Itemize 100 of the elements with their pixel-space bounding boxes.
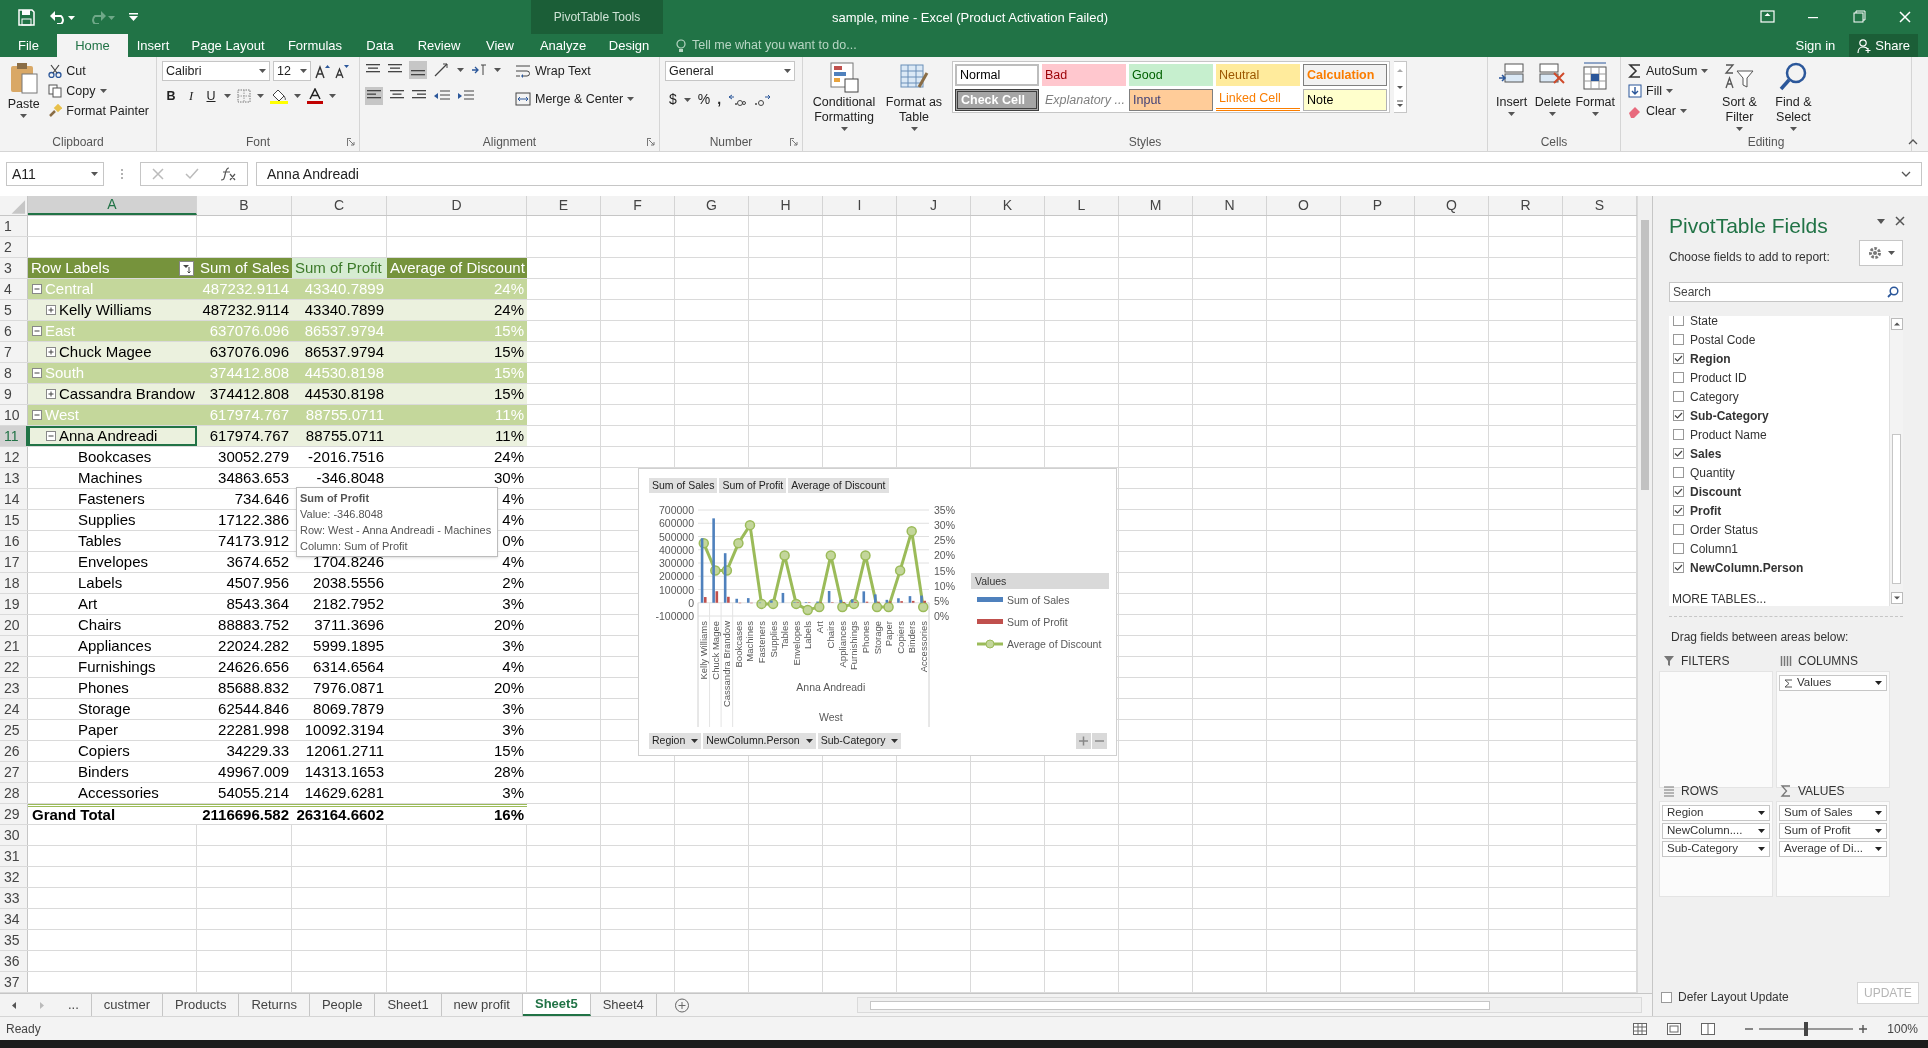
row-header[interactable]: 15 bbox=[0, 510, 28, 530]
page-layout-icon[interactable] bbox=[1667, 1022, 1682, 1035]
row-header[interactable]: 20 bbox=[0, 615, 28, 635]
number-format-field[interactable]: General bbox=[665, 61, 795, 81]
cell-style[interactable]: Input bbox=[1129, 89, 1213, 111]
field-label[interactable]: Quantity bbox=[1690, 463, 1735, 482]
field-button[interactable]: Sub-Category bbox=[817, 733, 902, 749]
row-header[interactable]: 7 bbox=[0, 342, 28, 362]
checkbox[interactable] bbox=[1661, 991, 1672, 1003]
field-label[interactable]: Region bbox=[1690, 349, 1731, 368]
row-header[interactable]: 23 bbox=[0, 678, 28, 698]
column-header[interactable]: J bbox=[897, 196, 971, 215]
column-header[interactable]: F bbox=[601, 196, 675, 215]
ribbon-tab[interactable]: Home bbox=[57, 34, 128, 57]
row-header[interactable]: 32 bbox=[0, 867, 28, 887]
row-header[interactable]: 21 bbox=[0, 636, 28, 656]
copy-button[interactable]: Copy bbox=[46, 81, 151, 101]
underline-button[interactable]: U bbox=[204, 87, 218, 106]
expand-icon[interactable] bbox=[46, 305, 56, 315]
row-header[interactable]: 16 bbox=[0, 531, 28, 551]
field-button[interactable]: Region bbox=[649, 733, 702, 749]
row-header[interactable]: 11 bbox=[0, 426, 28, 446]
cell-style[interactable]: Bad bbox=[1042, 64, 1126, 86]
checkbox[interactable] bbox=[1673, 316, 1684, 326]
checkbox[interactable] bbox=[1673, 505, 1684, 516]
page-break-icon[interactable] bbox=[1701, 1022, 1716, 1035]
pivot-header-cell[interactable]: Sum of Profit bbox=[292, 258, 387, 278]
sheet-tab[interactable]: Sheet5 bbox=[523, 994, 591, 1016]
column-header[interactable]: Q bbox=[1415, 196, 1489, 215]
column-header[interactable]: L bbox=[1045, 196, 1119, 215]
cell-style[interactable]: Good bbox=[1129, 64, 1213, 86]
row-header[interactable]: 29 bbox=[0, 804, 28, 824]
collapse-ribbon-icon[interactable] bbox=[1908, 139, 1918, 145]
dialog-launcher-icon[interactable] bbox=[347, 138, 355, 146]
clear-button[interactable]: Clear bbox=[1626, 101, 1711, 121]
conditional-formatting-button[interactable]: Conditional Formatting bbox=[808, 61, 880, 133]
cells-button[interactable]: Format bbox=[1575, 61, 1615, 133]
paste-button[interactable]: Paste bbox=[5, 61, 43, 133]
field-label[interactable]: Sales bbox=[1690, 444, 1722, 463]
row-header[interactable]: 24 bbox=[0, 699, 28, 719]
checkbox[interactable] bbox=[1673, 429, 1684, 440]
increase-decimal-icon[interactable] bbox=[728, 92, 747, 107]
checkbox[interactable] bbox=[1673, 524, 1684, 535]
row-header[interactable]: 6 bbox=[0, 321, 28, 341]
checkbox[interactable] bbox=[1673, 391, 1684, 402]
cell-style[interactable]: Note bbox=[1303, 89, 1387, 111]
column-header[interactable]: P bbox=[1341, 196, 1415, 215]
wrap-text-button[interactable]: Wrap Text bbox=[513, 61, 637, 81]
cell-style[interactable]: Explanatory ... bbox=[1042, 89, 1126, 111]
column-header[interactable]: R bbox=[1489, 196, 1563, 215]
bold-button[interactable]: B bbox=[164, 87, 178, 106]
zoom-slider[interactable] bbox=[1759, 1021, 1854, 1036]
align-bottom-button[interactable] bbox=[409, 61, 427, 79]
field-pill[interactable]: Values bbox=[1779, 675, 1887, 691]
row-header[interactable]: 14 bbox=[0, 489, 28, 509]
field-label[interactable]: Sub-Category bbox=[1690, 406, 1769, 425]
field-label[interactable]: State bbox=[1690, 316, 1719, 330]
field-label[interactable]: Postal Code bbox=[1690, 330, 1756, 349]
cell-style[interactable]: Normal bbox=[955, 64, 1039, 86]
normal-view-icon[interactable] bbox=[1633, 1022, 1648, 1035]
panel-options-icon[interactable] bbox=[1877, 219, 1885, 224]
ribbon-tab[interactable]: Formulas bbox=[278, 34, 352, 57]
find-select-button[interactable]: Find & Select bbox=[1768, 61, 1819, 133]
row-header[interactable]: 27 bbox=[0, 762, 28, 782]
checkbox[interactable] bbox=[1673, 334, 1684, 345]
orientation-icon[interactable] bbox=[433, 62, 451, 78]
expand-icon[interactable] bbox=[46, 389, 56, 399]
ribbon-tab[interactable]: Insert bbox=[128, 34, 178, 57]
fill-color-icon[interactable] bbox=[270, 88, 288, 105]
row-header[interactable]: 31 bbox=[0, 846, 28, 866]
collapse-field-icon[interactable] bbox=[1092, 733, 1107, 749]
row-header[interactable]: 8 bbox=[0, 363, 28, 383]
row-header[interactable]: 10 bbox=[0, 405, 28, 425]
ribbon-tab[interactable]: Review bbox=[408, 34, 470, 57]
percent-button[interactable]: % bbox=[697, 89, 711, 110]
fill-button[interactable]: Fill bbox=[1626, 81, 1711, 101]
checkbox[interactable] bbox=[1673, 410, 1684, 421]
decrease-font-icon[interactable] bbox=[333, 63, 349, 79]
field-label[interactable]: Category bbox=[1690, 387, 1739, 406]
checkbox[interactable] bbox=[1673, 353, 1684, 364]
ribbon-tab[interactable]: Analyze bbox=[530, 34, 596, 57]
row-header[interactable]: 12 bbox=[0, 447, 28, 467]
zoom-level[interactable]: 100% bbox=[1887, 1019, 1918, 1038]
field-button[interactable]: Average of Discount bbox=[788, 478, 889, 493]
field-button[interactable]: Sum of Profit bbox=[719, 478, 787, 493]
field-button[interactable]: Sum of Sales bbox=[649, 478, 718, 493]
column-header[interactable]: H bbox=[749, 196, 823, 215]
formula-field[interactable]: Anna Andreadi bbox=[256, 162, 1922, 186]
checkbox[interactable] bbox=[1673, 372, 1684, 383]
expand-field-icon[interactable] bbox=[1076, 733, 1091, 749]
row-header[interactable]: 19 bbox=[0, 594, 28, 614]
decrease-decimal-icon[interactable] bbox=[753, 92, 772, 107]
search-field[interactable]: Search bbox=[1669, 282, 1903, 302]
autosum-button[interactable]: AutoSum bbox=[1626, 61, 1711, 81]
dialog-launcher-icon[interactable] bbox=[647, 138, 655, 146]
row-header[interactable]: 33 bbox=[0, 888, 28, 908]
column-header[interactable]: E bbox=[527, 196, 601, 215]
settings-button[interactable] bbox=[1859, 240, 1903, 266]
share-button[interactable]: Share bbox=[1849, 34, 1918, 57]
column-header[interactable]: B bbox=[197, 196, 292, 215]
